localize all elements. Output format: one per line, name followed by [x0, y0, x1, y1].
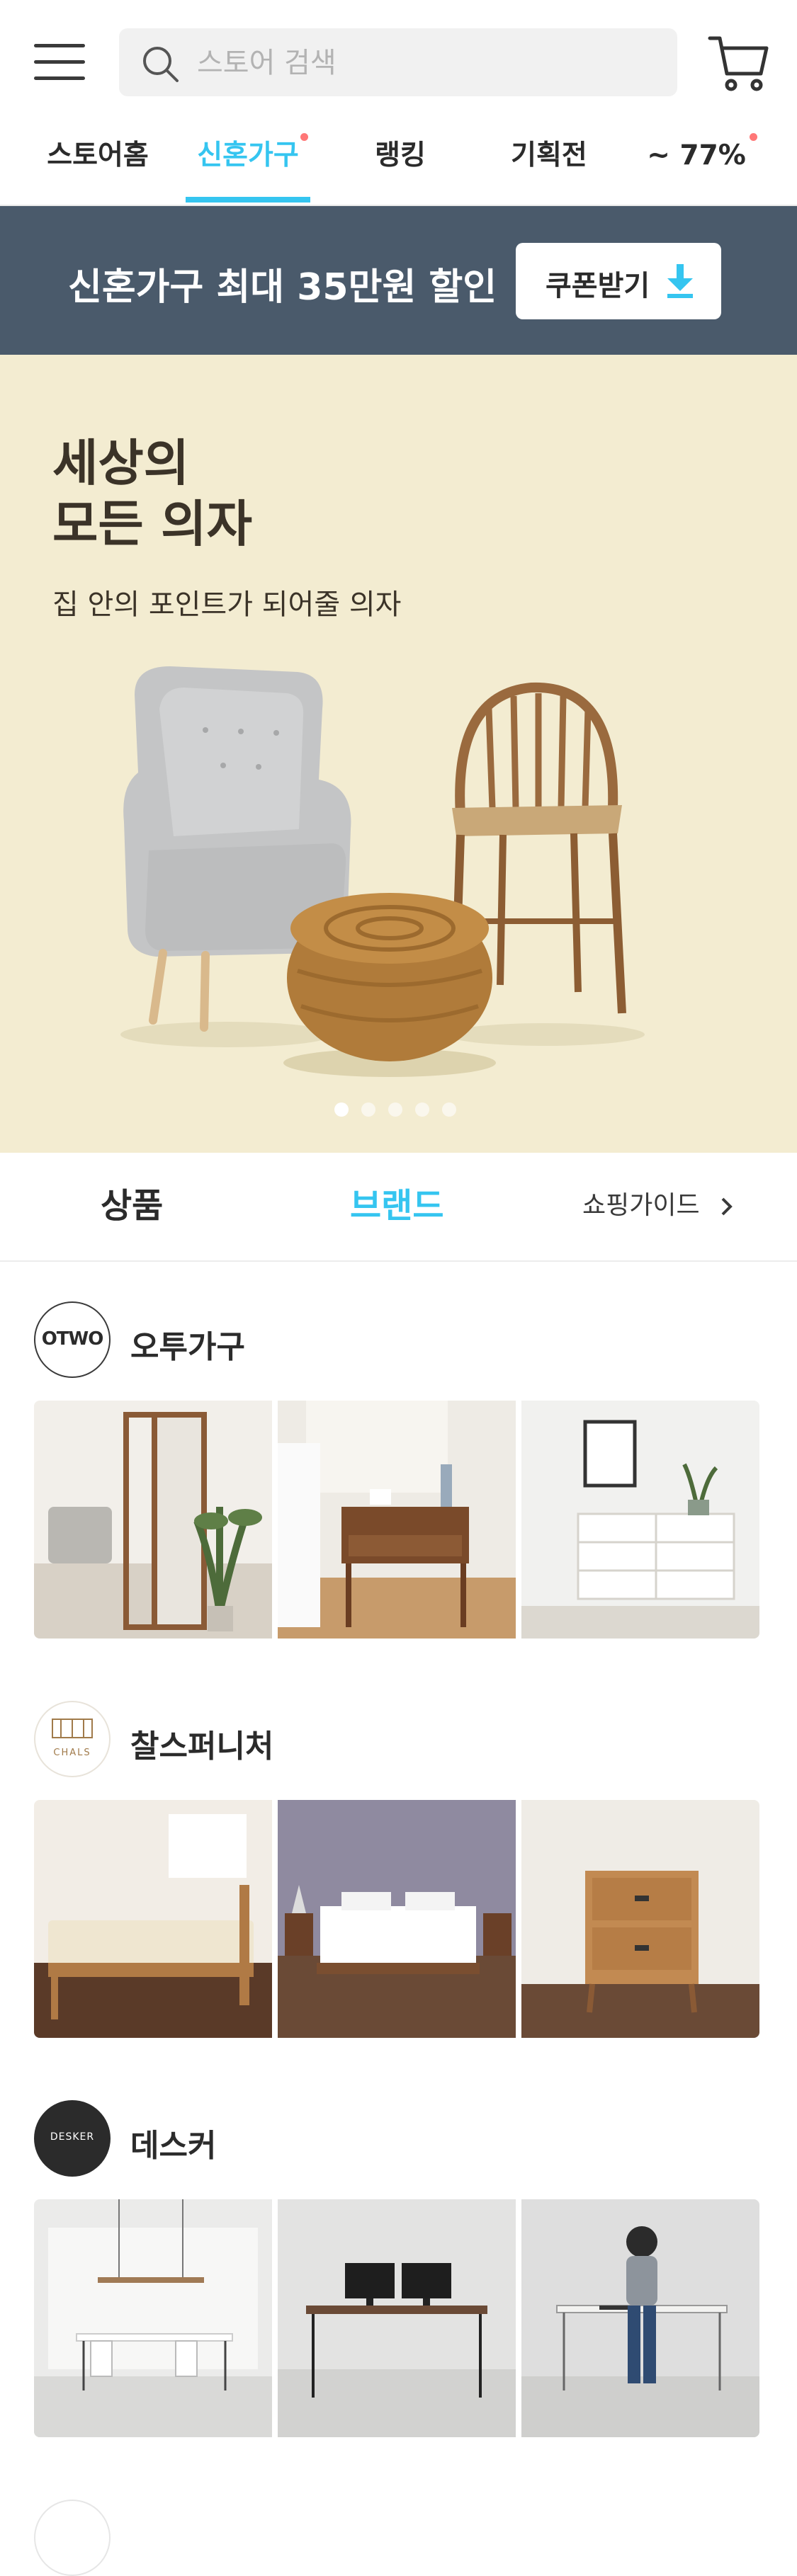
active-tab-indicator: [186, 197, 310, 203]
tab-discount[interactable]: ~ 77%: [643, 120, 750, 205]
brand-name[interactable]: 데스커: [130, 2120, 216, 2165]
chairs-illustration: [120, 666, 645, 1077]
coupon-text: 신혼가구 최대 35만원 할인: [68, 266, 497, 309]
slide-dot[interactable]: [388, 1102, 402, 1117]
tab-brands[interactable]: 브랜드: [350, 1153, 443, 1259]
brand-product-thumbnails: [34, 2199, 764, 2437]
tab-ranking[interactable]: 랭킹: [354, 120, 446, 205]
product-thumbnail[interactable]: [34, 1800, 272, 2038]
coupon-banner: 신혼가구 최대 35만원 할인 쿠폰받기: [0, 206, 797, 355]
tab-wedding-furniture[interactable]: 신혼가구: [186, 120, 310, 205]
brand-section-desker: DESKER 데스커: [0, 2100, 797, 2497]
brand-name[interactable]: 찰스퍼니처: [130, 1721, 273, 1766]
new-badge-dot: [300, 133, 308, 141]
product-thumbnail[interactable]: [521, 1401, 759, 1639]
store-nav-tabs: 스토어홈 신혼가구 랭킹 기획전 ~ 77%: [0, 120, 797, 205]
product-thumbnail[interactable]: [278, 1800, 516, 2038]
hamburger-menu-icon[interactable]: [34, 44, 85, 81]
cart-icon[interactable]: [707, 31, 771, 95]
shopping-guide-label: 쇼핑가이드: [582, 1191, 700, 1220]
brand-name[interactable]: 오투가구: [130, 1321, 245, 1367]
brand-logo[interactable]: DESKER: [34, 2100, 111, 2177]
banner-subtitle: 집 안의 포인트가 되어줄 의자: [52, 588, 402, 621]
brand-logo[interactable]: OTWO: [34, 1301, 111, 1378]
product-thumbnail[interactable]: [34, 1401, 272, 1639]
slide-dot[interactable]: [442, 1102, 456, 1117]
banner-title: 세상의 모든 의자: [52, 434, 252, 553]
chevron-right-icon: [721, 1197, 733, 1216]
product-thumbnail[interactable]: [278, 1401, 516, 1639]
brand-logo[interactable]: [34, 2500, 111, 2576]
brand-product-thumbnails: [34, 1401, 764, 1639]
brand-section-chals: CHALS 찰스퍼니처: [0, 1701, 797, 2097]
product-thumbnail[interactable]: [521, 2199, 759, 2437]
search-icon: [143, 47, 179, 82]
hero-banner[interactable]: 세상의 모든 의자 집 안의 포인트가 되어줄 의자: [0, 355, 797, 1153]
tab-store-home[interactable]: 스토어홈: [34, 120, 162, 205]
store-header: 스토어홈 신혼가구 랭킹 기획전 ~ 77%: [0, 0, 797, 206]
search-input[interactable]: [196, 41, 652, 85]
slide-dot[interactable]: [415, 1102, 429, 1117]
download-icon: [667, 264, 693, 298]
product-thumbnail[interactable]: [521, 1800, 759, 2038]
slide-dot[interactable]: [334, 1102, 349, 1117]
product-thumbnail[interactable]: [278, 2199, 516, 2437]
tab-exhibitions[interactable]: 기획전: [496, 120, 602, 205]
tab-products[interactable]: 상품: [101, 1153, 163, 1259]
get-coupon-label: 쿠폰받기: [546, 270, 650, 302]
product-thumbnail[interactable]: [34, 2199, 272, 2437]
brand-section-otwo: OTWO 오투가구: [0, 1301, 797, 1698]
search-box[interactable]: [119, 28, 677, 96]
get-coupon-button[interactable]: 쿠폰받기: [516, 243, 721, 319]
brand-logo[interactable]: CHALS: [34, 1701, 111, 1777]
new-badge-dot: [750, 133, 757, 141]
section-tabs: 상품 브랜드 쇼핑가이드: [0, 1153, 797, 1262]
slide-dot[interactable]: [361, 1102, 375, 1117]
brand-product-thumbnails: [34, 1800, 764, 2038]
tab-shopping-guide[interactable]: 쇼핑가이드: [582, 1153, 737, 1259]
